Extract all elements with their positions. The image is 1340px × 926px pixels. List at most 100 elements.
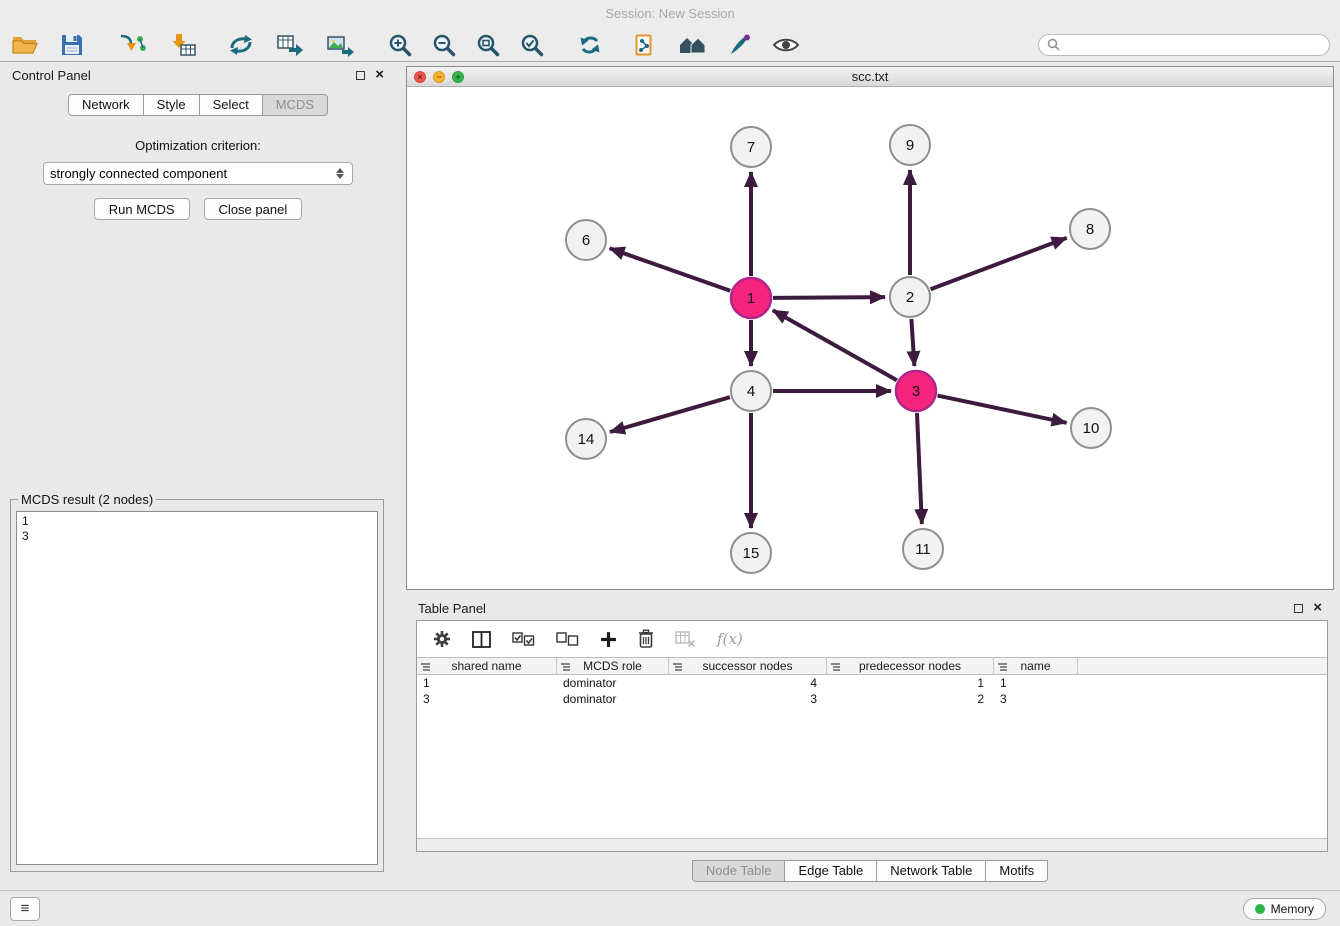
open-folder-icon[interactable]	[12, 30, 38, 60]
node-7[interactable]: 7	[731, 127, 771, 167]
column-header-successor-nodes[interactable]: successor nodes	[669, 658, 827, 674]
table-tab-node-table[interactable]: Node Table	[692, 860, 786, 882]
node-2[interactable]: 2	[890, 277, 930, 317]
optimization-criterion-select[interactable]: strongly connected component	[43, 162, 353, 185]
search-input[interactable]	[1065, 38, 1321, 52]
tab-select[interactable]: Select	[199, 94, 263, 116]
edge-4-14[interactable]	[610, 397, 730, 432]
node-label: 11	[915, 541, 931, 558]
column-header-predecessor-nodes[interactable]: predecessor nodes	[827, 658, 994, 674]
node-6[interactable]: 6	[566, 220, 606, 260]
sort-icon	[561, 662, 571, 672]
delete-icon[interactable]	[638, 627, 654, 651]
tab-style[interactable]: Style	[143, 94, 200, 116]
horizontal-scrollbar[interactable]	[417, 838, 1327, 851]
clone-network-icon[interactable]	[634, 30, 656, 60]
minimize-window-icon[interactable]: −	[433, 71, 445, 83]
tab-network[interactable]: Network	[68, 94, 144, 116]
edge-2-3[interactable]	[911, 319, 914, 366]
control-panel: Control Panel × NetworkStyleSelectMCDS O…	[0, 62, 396, 890]
search-field[interactable]	[1038, 34, 1330, 56]
table-panel-title: Table Panel	[418, 601, 486, 616]
node-1[interactable]: 1	[731, 278, 771, 318]
node-label: 6	[582, 232, 590, 249]
style-icon[interactable]	[728, 30, 752, 60]
node-label: 7	[747, 139, 755, 156]
close-icon[interactable]: ×	[1313, 602, 1322, 614]
table-row[interactable]: 3dominator323	[417, 691, 1327, 707]
network-canvas[interactable]: 7 9 6 8 1 2 4 3 14 10 15 11	[407, 87, 1333, 589]
edge-3-10[interactable]	[938, 396, 1067, 423]
header-filler	[1078, 658, 1327, 674]
node-label: 3	[912, 383, 920, 400]
network-window-titlebar[interactable]: × − + scc.txt	[407, 67, 1333, 87]
export-table-icon[interactable]	[276, 30, 304, 60]
table-tab-motifs[interactable]: Motifs	[985, 860, 1048, 882]
table-tab-network-table[interactable]: Network Table	[876, 860, 986, 882]
node-8[interactable]: 8	[1070, 209, 1110, 249]
task-history-button[interactable]: ≡	[10, 897, 40, 921]
node-10[interactable]: 10	[1071, 408, 1111, 448]
column-label: shared name	[451, 659, 521, 673]
sort-icon	[831, 662, 841, 672]
run-mcds-button[interactable]: Run MCDS	[94, 198, 190, 220]
home-icon[interactable]	[678, 30, 708, 60]
node-11[interactable]: 11	[903, 529, 943, 569]
zoom-out-icon[interactable]	[432, 30, 456, 60]
edge-3-1[interactable]	[773, 310, 897, 380]
edge-3-11[interactable]	[917, 413, 922, 524]
edge-1-6[interactable]	[610, 248, 731, 290]
zoom-selected-icon[interactable]	[520, 30, 544, 60]
main-toolbar	[0, 28, 1340, 62]
control-panel-tabs: NetworkStyleSelectMCDS	[0, 94, 396, 116]
node-label: 8	[1086, 221, 1094, 238]
node-15[interactable]: 15	[731, 533, 771, 573]
sort-icon	[421, 662, 431, 672]
columns-icon[interactable]	[472, 627, 491, 651]
node-4[interactable]: 4	[731, 371, 771, 411]
column-header-shared-name[interactable]: shared name	[417, 658, 557, 674]
deselect-all-icon[interactable]	[556, 627, 579, 651]
show-hide-icon[interactable]	[772, 30, 800, 60]
result-line: 1	[22, 514, 372, 529]
add-icon[interactable]	[600, 627, 617, 651]
import-table-icon[interactable]	[170, 30, 196, 60]
close-icon[interactable]: ×	[375, 69, 384, 81]
node-14[interactable]: 14	[566, 419, 606, 459]
tab-mcds[interactable]: MCDS	[262, 94, 328, 116]
mcds-result-box[interactable]: 13	[16, 511, 378, 865]
edge-2-8[interactable]	[931, 238, 1067, 289]
search-icon	[1047, 38, 1060, 51]
mcds-result-title: MCDS result (2 nodes)	[18, 492, 156, 507]
column-header-name[interactable]: name	[994, 658, 1078, 674]
apply-layout-icon[interactable]	[228, 30, 254, 60]
float-icon[interactable]	[1294, 604, 1303, 613]
table-toolbar: f(x)	[417, 621, 1327, 657]
refresh-icon[interactable]	[578, 30, 602, 60]
table-cell: 1	[827, 675, 994, 691]
gear-icon[interactable]	[433, 627, 451, 651]
float-icon[interactable]	[356, 71, 365, 80]
node-3[interactable]: 3	[896, 371, 936, 411]
table-tab-edge-table[interactable]: Edge Table	[784, 860, 877, 882]
export-image-icon[interactable]	[326, 30, 354, 60]
memory-button[interactable]: Memory	[1243, 898, 1326, 920]
control-panel-title: Control Panel	[12, 68, 91, 83]
node-label: 15	[743, 545, 760, 562]
zoom-in-icon[interactable]	[388, 30, 412, 60]
save-icon[interactable]	[60, 30, 84, 60]
edge-1-2[interactable]	[773, 297, 885, 298]
selected-criterion: strongly connected component	[50, 166, 336, 181]
zoom-fit-icon[interactable]	[476, 30, 500, 60]
table-body: 1dominator4113dominator323	[417, 675, 1327, 707]
column-header-MCDS-role[interactable]: MCDS role	[557, 658, 669, 674]
select-all-icon[interactable]	[512, 627, 535, 651]
close-window-icon[interactable]: ×	[414, 71, 426, 83]
zoom-window-icon[interactable]: +	[452, 71, 464, 83]
column-label: MCDS role	[583, 659, 642, 673]
table-cell: 1	[994, 675, 1078, 691]
node-9[interactable]: 9	[890, 125, 930, 165]
close-panel-button[interactable]: Close panel	[204, 198, 303, 220]
table-row[interactable]: 1dominator411	[417, 675, 1327, 691]
import-network-icon[interactable]	[118, 30, 146, 60]
